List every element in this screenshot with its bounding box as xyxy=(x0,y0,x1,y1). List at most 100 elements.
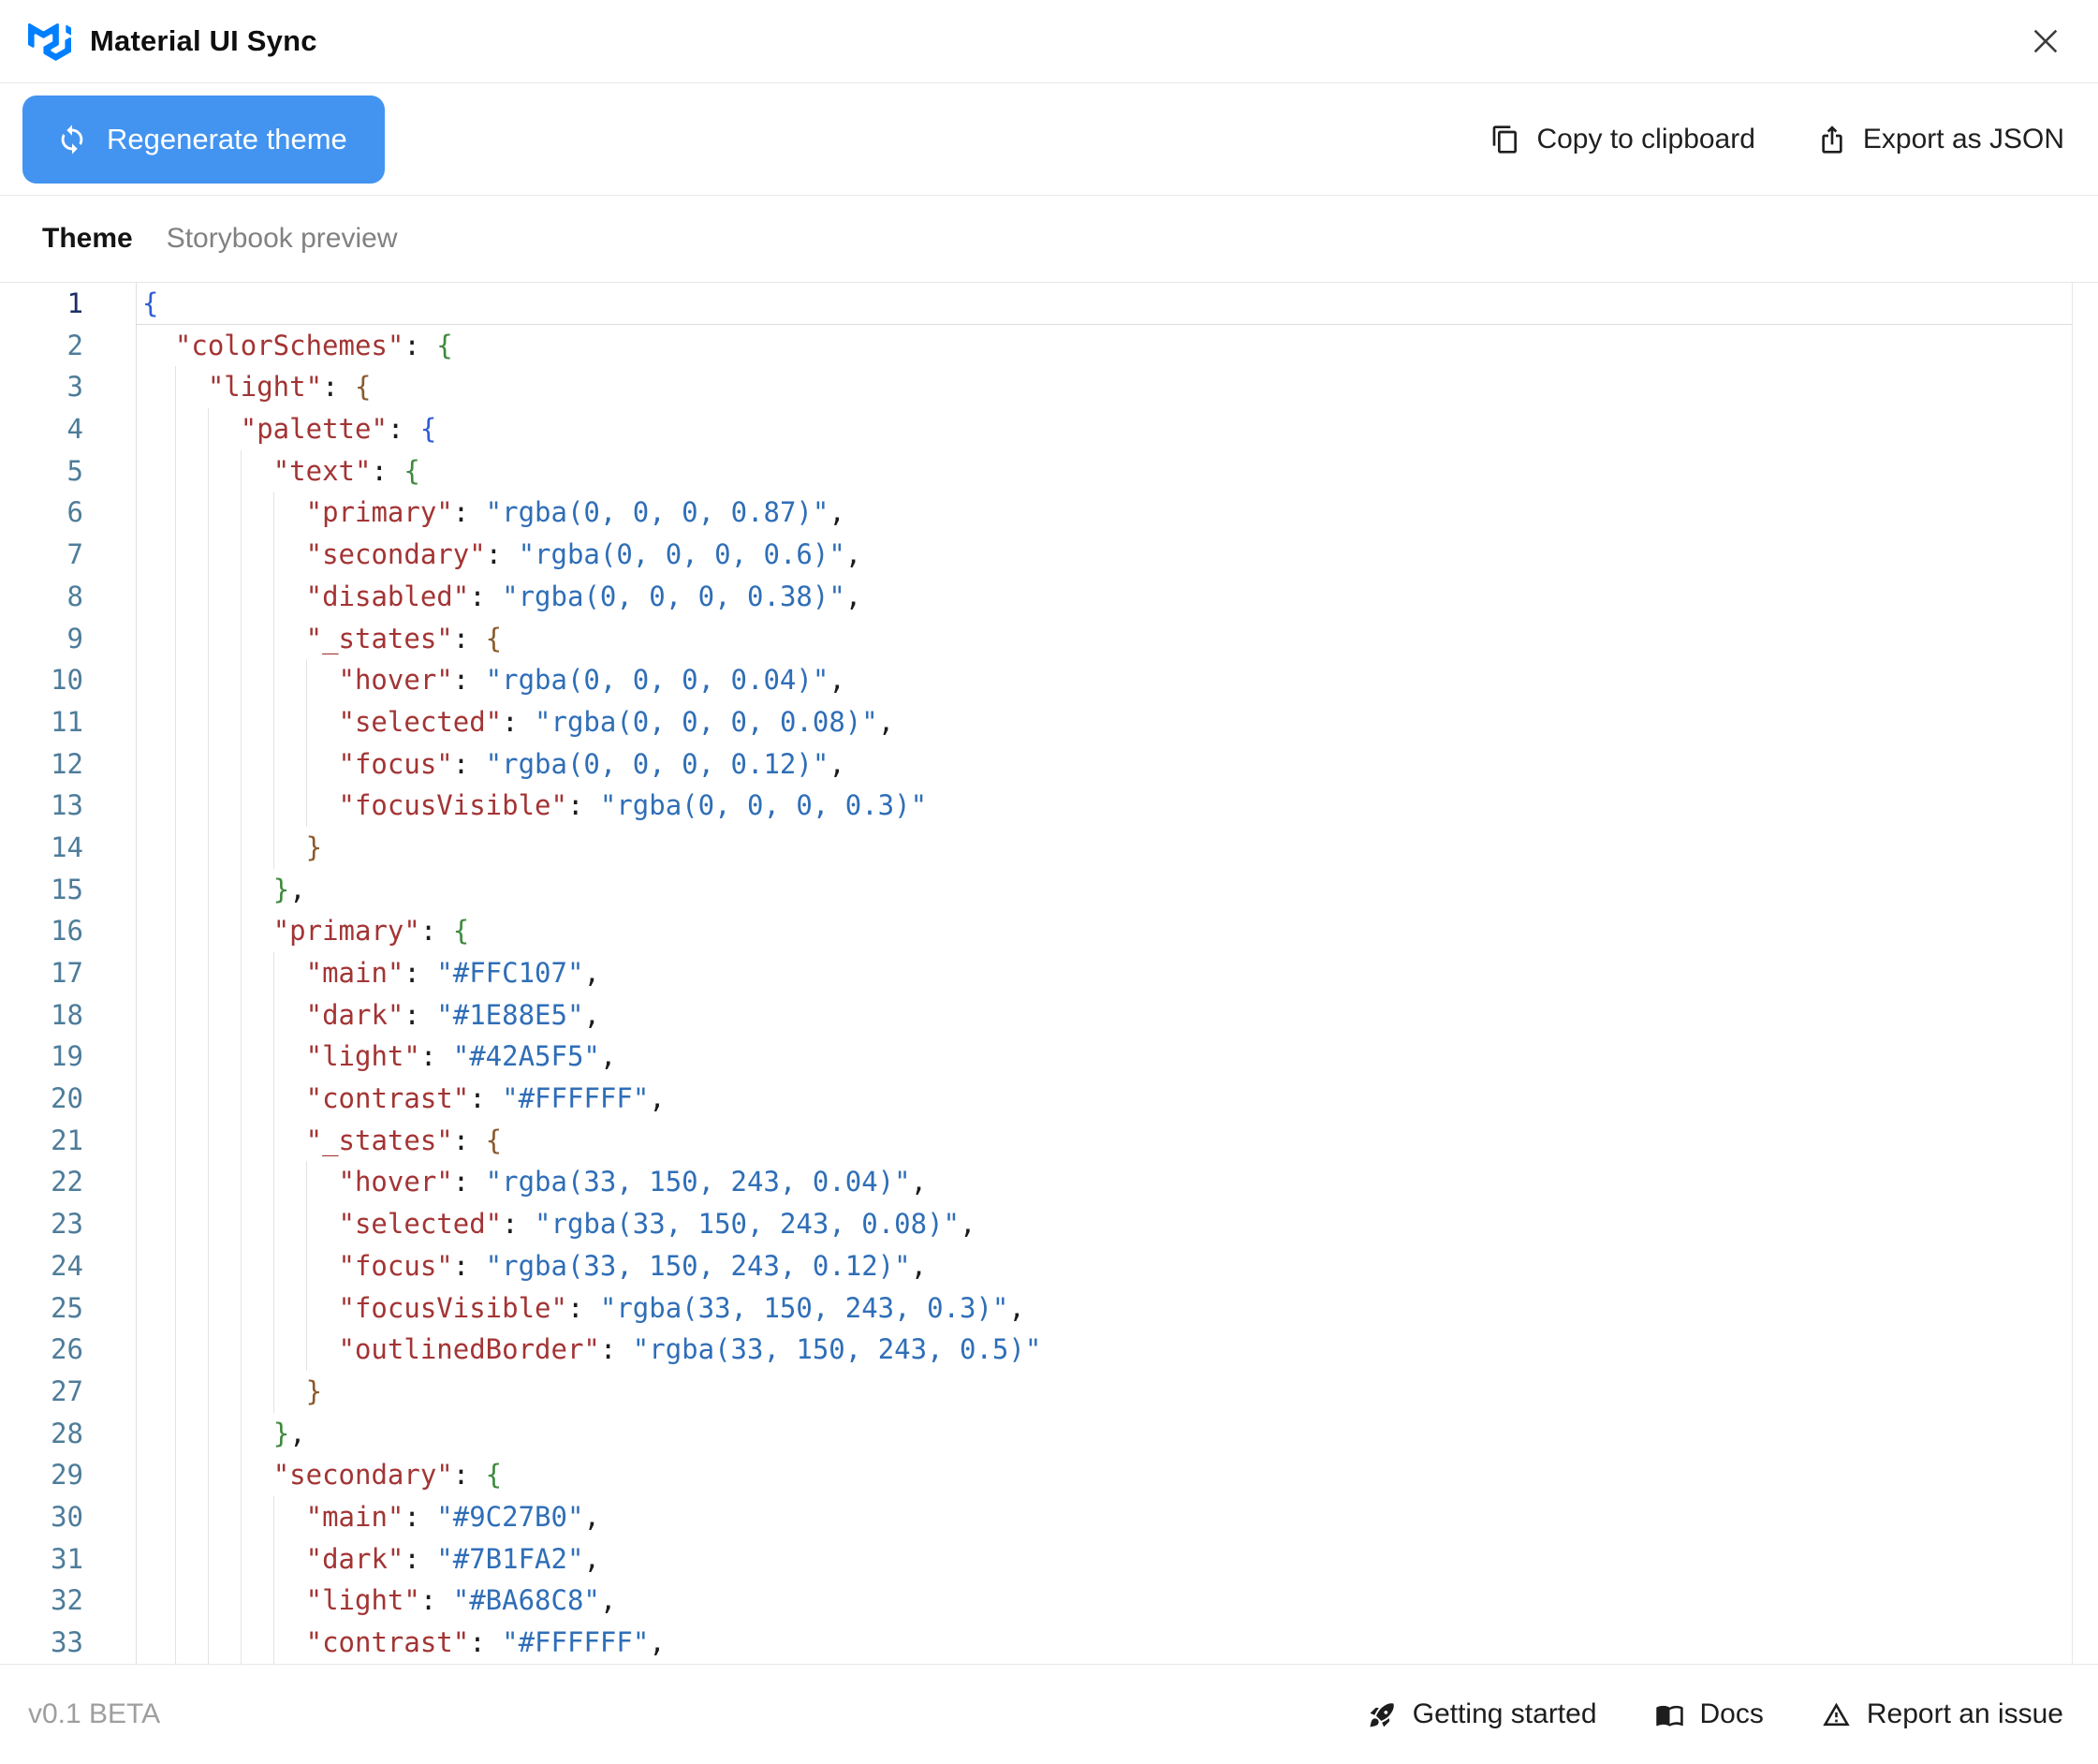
indent-guide xyxy=(175,827,176,869)
line-number: 30 xyxy=(0,1496,83,1538)
regenerate-theme-button[interactable]: Regenerate theme xyxy=(22,96,385,184)
line-number: 32 xyxy=(0,1580,83,1622)
code-token: : xyxy=(453,1459,486,1491)
indent-guide xyxy=(208,618,209,660)
export-as-json-button[interactable]: Export as JSON xyxy=(1817,124,2064,155)
code-line[interactable]: "main": "#9C27B0", xyxy=(137,1496,2072,1538)
code-token: : xyxy=(600,1333,633,1365)
indent-guide xyxy=(175,1454,176,1496)
code-line[interactable]: "light": "#BA68C8", xyxy=(137,1580,2072,1622)
report-an-issue-link[interactable]: Report an issue xyxy=(1822,1698,2063,1730)
indent-guide xyxy=(208,450,209,492)
code-token: , xyxy=(600,1584,616,1616)
code-line[interactable]: "contrast": "#FFFFFF", xyxy=(137,1078,2072,1120)
indent-guide xyxy=(306,1203,307,1245)
indent-guide xyxy=(208,1413,209,1455)
code-line[interactable]: "focusVisible": "rgba(0, 0, 0, 0.3)" xyxy=(137,785,2072,827)
code-token: "#7B1FA2" xyxy=(436,1543,583,1575)
code-line[interactable]: "disabled": "rgba(0, 0, 0, 0.38)", xyxy=(137,576,2072,618)
code-line[interactable]: "contrast": "#FFFFFF", xyxy=(137,1622,2072,1664)
indent-guide xyxy=(208,1203,209,1245)
getting-started-link[interactable]: Getting started xyxy=(1368,1698,1597,1730)
line-number: 17 xyxy=(0,952,83,994)
code-line[interactable]: "focusVisible": "rgba(33, 150, 243, 0.3)… xyxy=(137,1287,2072,1330)
line-number: 8 xyxy=(0,576,83,618)
code-token: : xyxy=(420,1584,453,1616)
indent-guide xyxy=(208,869,209,911)
indent-guide xyxy=(306,1329,307,1371)
indent-guide xyxy=(241,1287,242,1330)
code-line[interactable]: "hover": "rgba(33, 150, 243, 0.04)", xyxy=(137,1161,2072,1203)
code-line[interactable]: "palette": { xyxy=(137,408,2072,450)
indent-guide xyxy=(175,1203,176,1245)
code-line[interactable]: "dark": "#1E88E5", xyxy=(137,994,2072,1036)
code-line[interactable]: } xyxy=(137,1371,2072,1413)
code-token: "dark" xyxy=(306,999,404,1031)
code-line[interactable]: "outlinedBorder": "rgba(33, 150, 243, 0.… xyxy=(137,1329,2072,1371)
code-line[interactable]: "primary": "rgba(0, 0, 0, 0.87)", xyxy=(137,492,2072,534)
indent-guide xyxy=(208,1078,209,1120)
code-line[interactable]: "light": { xyxy=(137,366,2072,408)
code-line[interactable]: "secondary": "rgba(0, 0, 0, 0.6)", xyxy=(137,534,2072,576)
close-button[interactable] xyxy=(2025,21,2066,62)
indent-guide xyxy=(175,701,176,743)
indent-guide xyxy=(175,1622,176,1664)
code-line[interactable]: }, xyxy=(137,1413,2072,1455)
line-number: 26 xyxy=(0,1329,83,1371)
indent-guide xyxy=(175,1036,176,1078)
code-line[interactable]: "text": { xyxy=(137,450,2072,492)
indent-guide xyxy=(273,1161,274,1203)
code-line[interactable]: "focus": "rgba(0, 0, 0, 0.12)", xyxy=(137,743,2072,786)
indent-guide xyxy=(208,1371,209,1413)
indent-guide xyxy=(175,492,176,534)
code-line[interactable]: } xyxy=(137,827,2072,869)
code-line[interactable]: }, xyxy=(137,869,2072,911)
indent-guide xyxy=(241,450,242,492)
indent-guide xyxy=(208,492,209,534)
code-token: { xyxy=(355,371,371,403)
code-line[interactable]: "main": "#FFC107", xyxy=(137,952,2072,994)
indent-guide xyxy=(241,618,242,660)
export-icon xyxy=(1817,125,1847,154)
sync-icon xyxy=(56,124,88,155)
indent-guide xyxy=(175,1287,176,1330)
tab-theme[interactable]: Theme xyxy=(42,223,133,255)
code-token: : xyxy=(453,1250,486,1282)
code-line[interactable]: "focus": "rgba(33, 150, 243, 0.12)", xyxy=(137,1245,2072,1287)
indent-guide xyxy=(175,1329,176,1371)
code-token: "#FFFFFF" xyxy=(502,1082,649,1114)
version-label: v0.1 BETA xyxy=(28,1698,160,1730)
line-number: 4 xyxy=(0,408,83,450)
code-line[interactable]: "dark": "#7B1FA2", xyxy=(137,1538,2072,1580)
code-line[interactable]: "colorSchemes": { xyxy=(137,325,2072,367)
code-line[interactable]: "selected": "rgba(33, 150, 243, 0.08)", xyxy=(137,1203,2072,1245)
theme-json-editor[interactable]: 1234567891011121314151617181920212223242… xyxy=(0,282,2098,1665)
line-number: 23 xyxy=(0,1203,83,1245)
indent-guide xyxy=(208,1120,209,1162)
code-line[interactable]: "_states": { xyxy=(137,1120,2072,1162)
indent-guide xyxy=(306,1245,307,1287)
code-line[interactable]: "secondary": { xyxy=(137,1454,2072,1496)
line-number: 7 xyxy=(0,534,83,576)
code-token: : xyxy=(420,915,453,947)
indent-guide xyxy=(273,1203,274,1245)
indent-guide xyxy=(241,1078,242,1120)
indent-guide xyxy=(273,492,274,534)
code-line[interactable]: "selected": "rgba(0, 0, 0, 0.08)", xyxy=(137,701,2072,743)
code-line[interactable]: "_states": { xyxy=(137,618,2072,660)
tab-storybook-preview[interactable]: Storybook preview xyxy=(167,223,398,255)
copy-to-clipboard-button[interactable]: Copy to clipboard xyxy=(1490,124,1754,155)
docs-link[interactable]: Docs xyxy=(1655,1698,1764,1730)
indent-guide xyxy=(273,1245,274,1287)
line-number: 14 xyxy=(0,827,83,869)
indent-guide xyxy=(208,701,209,743)
code-token: : xyxy=(453,1166,486,1198)
code-line[interactable]: "light": "#42A5F5", xyxy=(137,1036,2072,1078)
getting-started-label: Getting started xyxy=(1413,1698,1597,1730)
indent-guide xyxy=(175,366,176,408)
code-line[interactable]: { xyxy=(137,283,2072,325)
code-line[interactable]: "hover": "rgba(0, 0, 0, 0.04)", xyxy=(137,659,2072,701)
indent-guide xyxy=(306,701,307,743)
code-line[interactable]: "primary": { xyxy=(137,910,2072,952)
code-lines[interactable]: { "colorSchemes": { "light": { "palette"… xyxy=(137,283,2073,1664)
